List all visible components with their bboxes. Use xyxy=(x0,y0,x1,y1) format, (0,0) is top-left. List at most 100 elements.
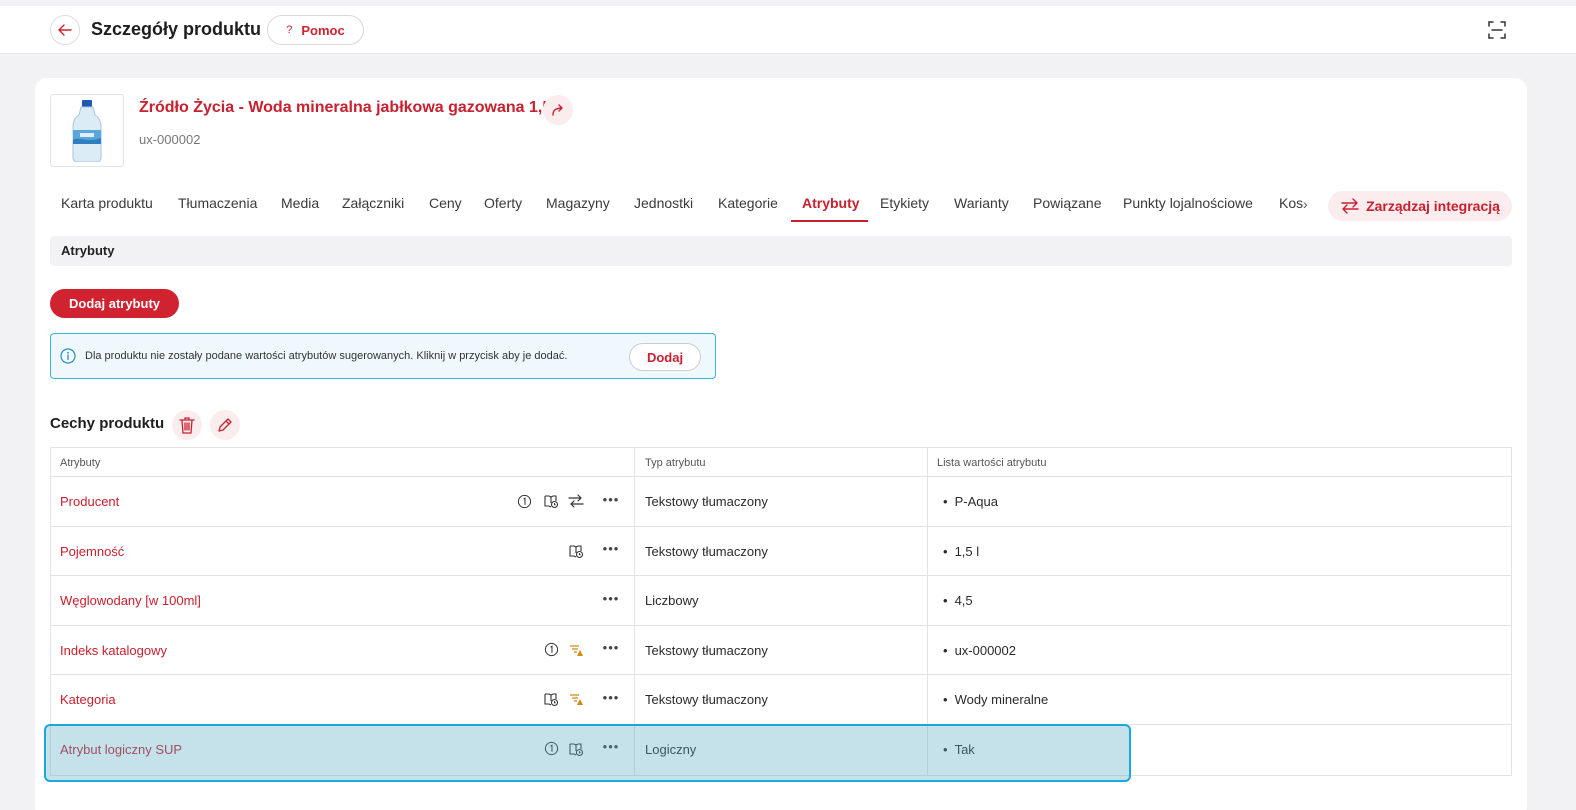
arrow-left-icon xyxy=(58,24,72,36)
product-tabs: Karta produktu Tłumaczenia Media Załączn… xyxy=(50,188,1330,222)
delete-features-button[interactable] xyxy=(172,410,202,440)
tab-etykiety[interactable]: Etykiety xyxy=(880,195,929,211)
book-clock-icon[interactable] xyxy=(543,691,559,707)
tab-jednostki[interactable]: Jednostki xyxy=(634,195,693,211)
fullscreen-button[interactable] xyxy=(1485,18,1509,42)
attribute-value: 4,5 xyxy=(943,593,973,608)
tab-koszty[interactable]: Kos xyxy=(1279,195,1303,211)
add-attributes-button[interactable]: Dodaj atrybuty xyxy=(50,289,179,318)
more-options-icon[interactable]: ••• xyxy=(601,541,621,557)
manage-integration-button[interactable]: Zarządzaj integracją xyxy=(1328,191,1512,221)
tab-oferty[interactable]: Oferty xyxy=(484,195,522,211)
pencil-icon xyxy=(218,418,232,432)
product-thumbnail[interactable] xyxy=(50,94,124,167)
tab-warianty[interactable]: Warianty xyxy=(954,195,1009,211)
column-divider xyxy=(927,625,928,675)
tabs-scroll-right-icon[interactable]: › xyxy=(1303,196,1308,212)
column-divider xyxy=(927,576,928,625)
more-options-icon[interactable]: ••• xyxy=(601,689,621,705)
column-divider xyxy=(634,724,635,775)
page-title: Szczegóły produktu xyxy=(91,19,262,39)
table-row[interactable]: Producent ••• Tekstowy tłumaczony P-Aqua xyxy=(51,477,1511,527)
back-button[interactable] xyxy=(50,15,80,45)
tab-kategorie[interactable]: Kategorie xyxy=(718,195,778,211)
column-divider xyxy=(634,448,635,476)
table-row[interactable]: Indeks katalogowy ••• Tekstowy tłumaczon… xyxy=(51,625,1511,676)
number-one-icon[interactable] xyxy=(543,642,559,658)
column-divider xyxy=(927,724,928,775)
column-divider xyxy=(634,477,635,526)
share-arrow-icon xyxy=(552,104,563,116)
column-divider xyxy=(634,675,635,724)
tab-atrybuty[interactable]: Atrybuty xyxy=(802,195,860,211)
trash-icon xyxy=(179,417,195,434)
column-divider xyxy=(634,625,635,675)
attribute-type: Tekstowy tłumaczony xyxy=(645,642,768,658)
product-code: ux-000002 xyxy=(139,132,201,147)
column-divider xyxy=(927,448,928,476)
attribute-name[interactable]: Węglowodany [w 100ml] xyxy=(60,593,201,608)
attribute-value: Tak xyxy=(943,742,975,757)
column-divider xyxy=(634,526,635,576)
attribute-type: Logiczny xyxy=(645,741,697,757)
attribute-type: Tekstowy tłumaczony xyxy=(645,692,768,708)
features-title: Cechy produktu xyxy=(50,415,165,432)
tab-powiazane[interactable]: Powiązane xyxy=(1033,195,1102,211)
table-row[interactable]: Pojemność ••• Tekstowy tłumaczony 1,5 l xyxy=(51,526,1511,577)
attribute-value: ux-000002 xyxy=(943,643,1016,658)
tab-tlumaczenia[interactable]: Tłumaczenia xyxy=(178,195,257,211)
attribute-name[interactable]: Atrybut logiczny SUP xyxy=(60,742,182,757)
table-row[interactable]: Atrybut logiczny SUP ••• Logiczny Tak xyxy=(51,724,1511,775)
sort-warning-icon[interactable] xyxy=(568,691,584,707)
help-button-label: Pomoc xyxy=(301,22,345,38)
more-options-icon[interactable]: ••• xyxy=(601,640,621,656)
sort-warning-icon[interactable] xyxy=(568,642,584,658)
attribute-name[interactable]: Pojemność xyxy=(60,544,124,559)
book-clock-icon[interactable] xyxy=(568,741,584,757)
tab-ceny[interactable]: Ceny xyxy=(429,195,462,211)
tab-media[interactable]: Media xyxy=(281,195,319,211)
attribute-type: Tekstowy tłumaczony xyxy=(645,494,768,509)
attribute-name[interactable]: Indeks katalogowy xyxy=(60,643,167,658)
features-table: Atrybuty Typ atrybutu Lista wartości atr… xyxy=(50,447,1512,776)
share-button[interactable] xyxy=(543,95,573,125)
column-divider xyxy=(634,576,635,625)
info-icon xyxy=(60,348,76,364)
number-one-icon[interactable] xyxy=(543,741,559,757)
tab-karta-produktu[interactable]: Karta produktu xyxy=(61,195,153,211)
transfer-arrows-icon[interactable] xyxy=(568,493,584,509)
suggested-attributes-info: Dla produktu nie zostały podane wartości… xyxy=(50,333,716,379)
more-options-icon[interactable]: ••• xyxy=(601,739,621,755)
edit-features-button[interactable] xyxy=(210,410,240,440)
column-divider xyxy=(927,675,928,724)
table-row[interactable]: Węglowodany [w 100ml] ••• Liczbowy 4,5 xyxy=(51,576,1511,626)
column-divider xyxy=(927,477,928,526)
product-name: Źródło Życia - Woda mineralna jabłkowa g… xyxy=(139,99,556,116)
tab-zalaczniki[interactable]: Załączniki xyxy=(342,195,404,211)
column-header-type: Typ atrybutu xyxy=(645,457,706,469)
book-clock-icon[interactable] xyxy=(543,493,559,509)
fullscreen-icon xyxy=(1488,21,1506,39)
attribute-value: 1,5 l xyxy=(943,544,980,559)
table-row[interactable]: Kategoria ••• Tekstowy tłumaczony Wody m… xyxy=(51,675,1511,725)
attribute-name[interactable]: Producent xyxy=(60,494,119,509)
add-suggested-button[interactable]: Dodaj xyxy=(629,343,701,371)
manage-integration-label: Zarządzaj integracją xyxy=(1366,198,1500,214)
column-divider xyxy=(927,526,928,576)
question-icon: ? xyxy=(286,24,293,36)
help-button[interactable]: ? Pomoc xyxy=(267,15,364,45)
column-header-attributes: Atrybuty xyxy=(60,457,101,469)
more-options-icon[interactable]: ••• xyxy=(601,491,621,507)
tab-magazyny[interactable]: Magazyny xyxy=(546,195,610,211)
more-options-icon[interactable]: ••• xyxy=(601,590,621,606)
number-one-icon[interactable] xyxy=(516,493,532,509)
attribute-name[interactable]: Kategoria xyxy=(60,692,116,707)
attribute-value: P-Aqua xyxy=(943,494,998,509)
section-title: Atrybuty xyxy=(50,236,1512,266)
table-header: Atrybuty Typ atrybutu Lista wartości atr… xyxy=(51,448,1511,477)
tab-punkty-lojalnosciowe[interactable]: Punkty lojalnościowe xyxy=(1123,195,1253,211)
water-bottle-image xyxy=(72,99,102,162)
page-header: Szczegóły produktu ? Pomoc xyxy=(0,6,1576,54)
book-clock-icon[interactable] xyxy=(568,543,584,559)
column-header-values: Lista wartości atrybutu xyxy=(937,457,1047,469)
